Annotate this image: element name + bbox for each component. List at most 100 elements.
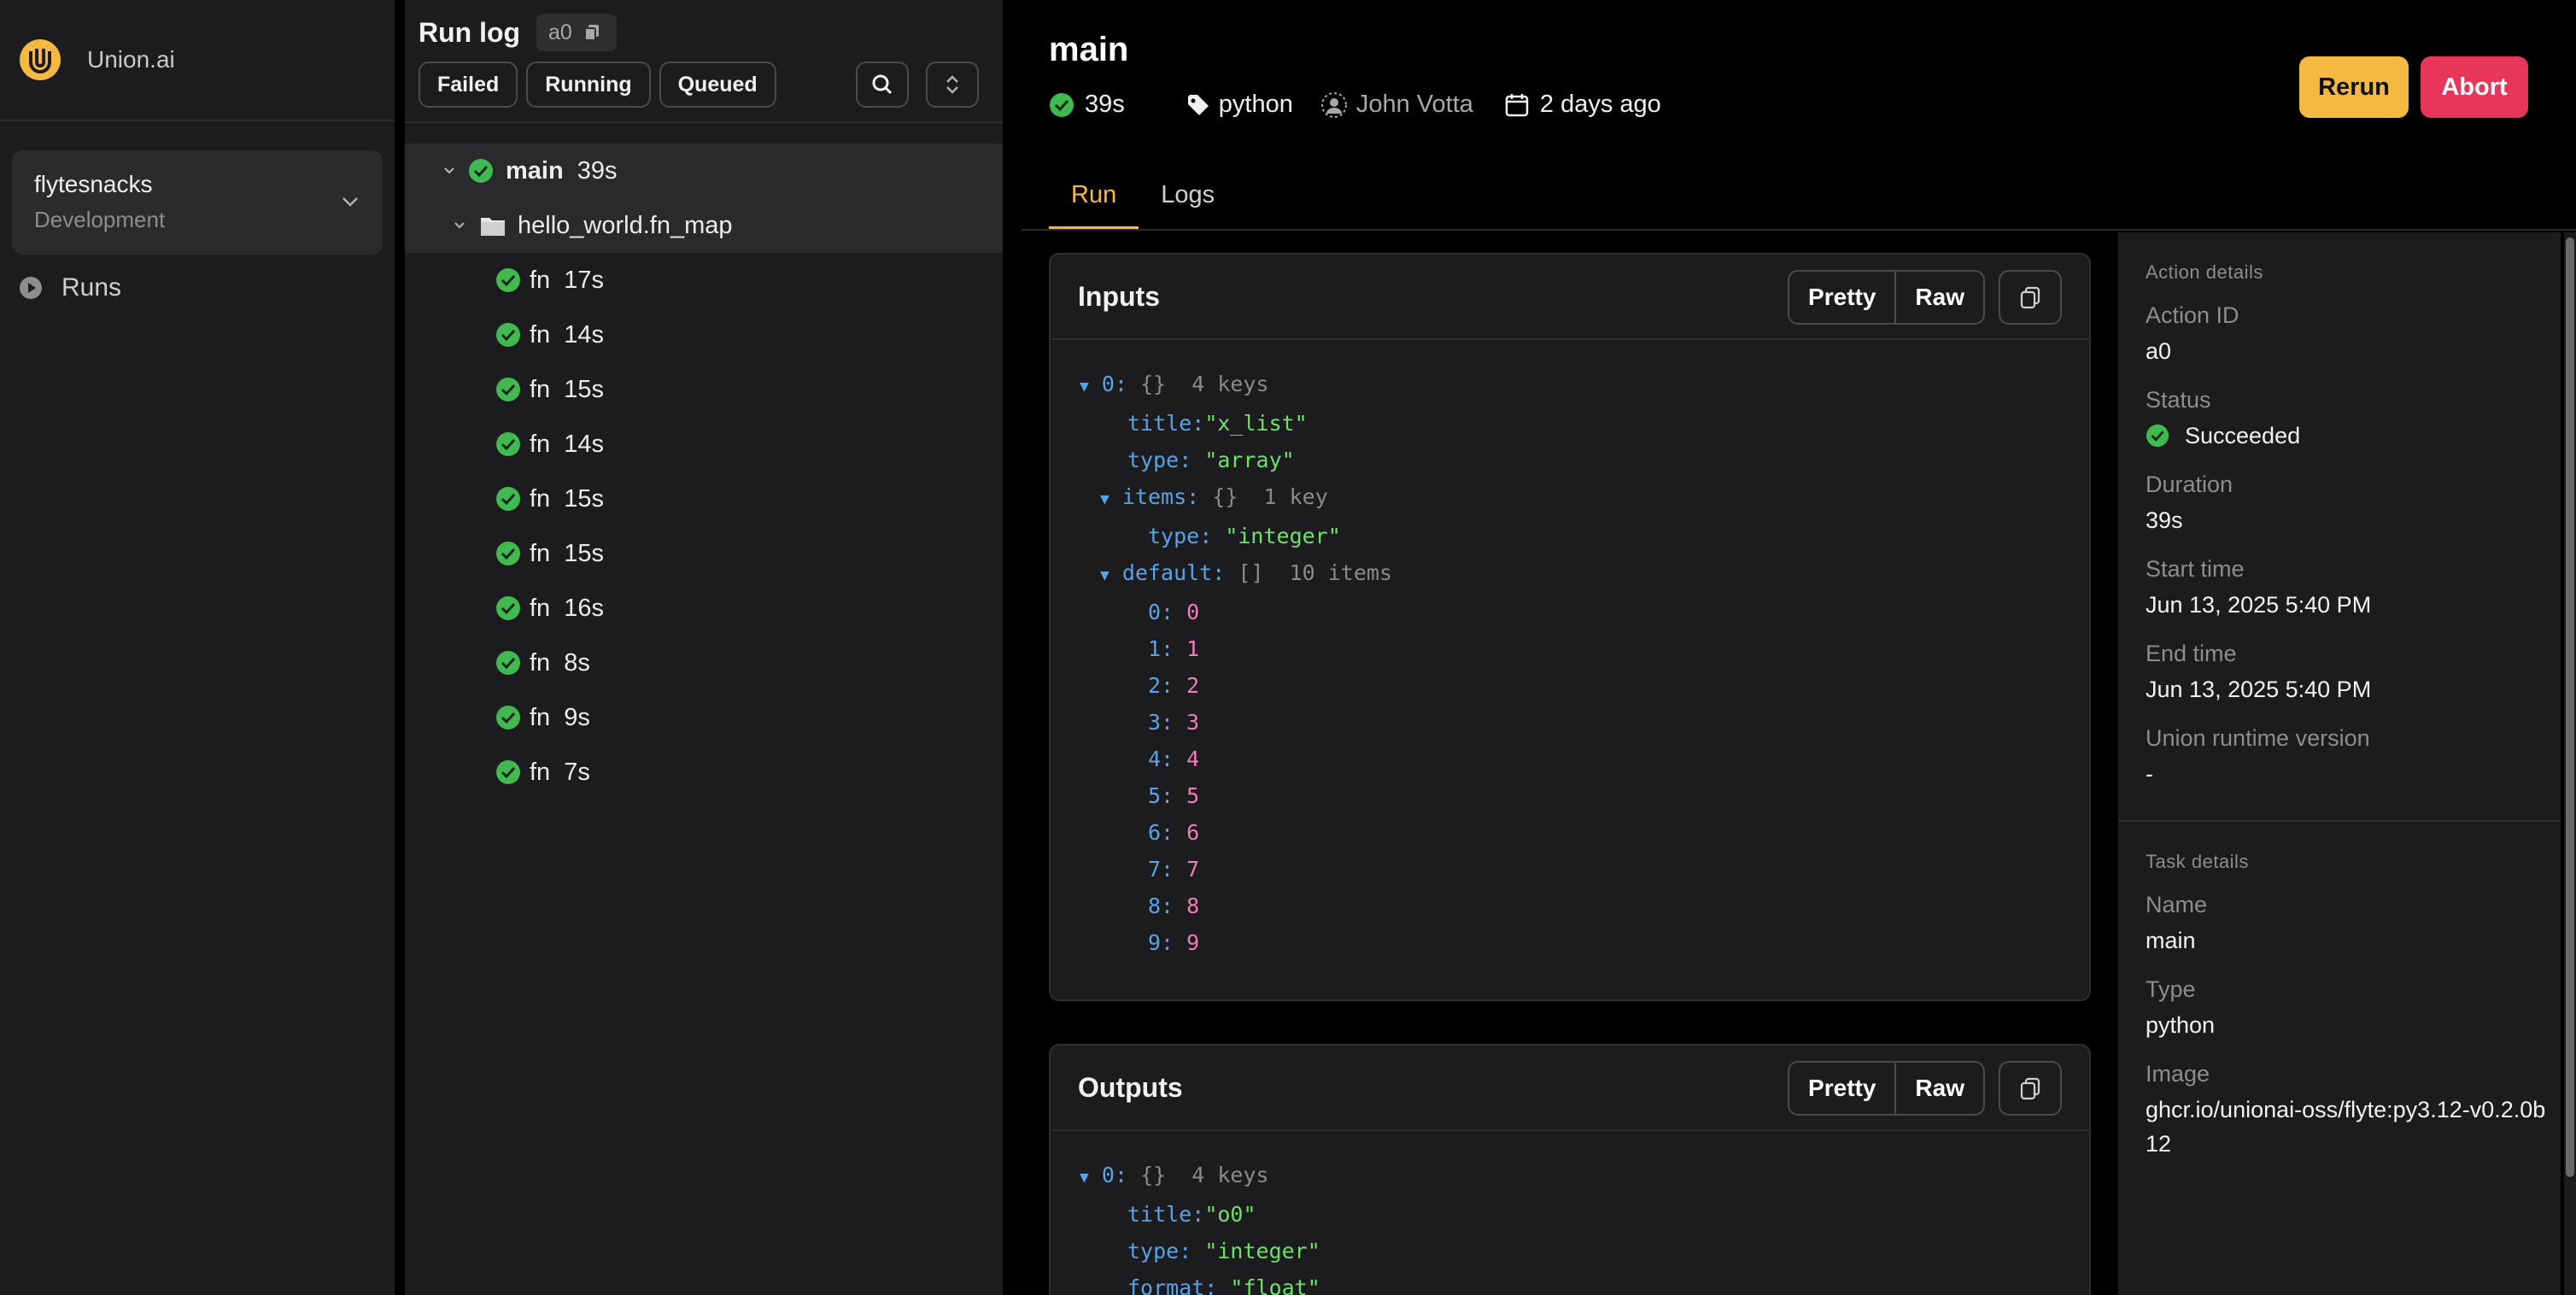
brand[interactable]: Union.ai bbox=[0, 0, 395, 121]
tree-row-fn[interactable]: fn 14s bbox=[405, 308, 1003, 362]
json-index: 3: bbox=[1148, 710, 1174, 735]
json-line[interactable]: ▼ items: {} 1 key bbox=[1080, 478, 2089, 518]
tree-row-group[interactable]: hello_world.fn_map bbox=[405, 198, 1003, 253]
json-line: 6: 6 bbox=[1080, 814, 2089, 851]
section-title: Task details bbox=[2146, 851, 2249, 872]
chevron-down-icon bbox=[444, 167, 454, 174]
tree-node-name: fn bbox=[530, 430, 551, 458]
json-index: 4: bbox=[1148, 747, 1174, 771]
tag-text: python bbox=[1218, 91, 1293, 118]
tree-row-fn[interactable]: fn 15s bbox=[405, 472, 1003, 526]
json-value: 2 bbox=[1186, 673, 1200, 698]
json-meta: {} 1 key bbox=[1212, 484, 1328, 509]
json-key: default: bbox=[1121, 560, 1226, 585]
json-line: 9: 9 bbox=[1080, 924, 2089, 961]
abort-button[interactable]: Abort bbox=[2421, 56, 2528, 118]
triangle-down-icon: ▼ bbox=[1080, 378, 1089, 396]
json-line: 7: 7 bbox=[1080, 851, 2089, 888]
view-mode-toggle: Pretty Raw bbox=[1788, 1061, 1985, 1116]
json-line: type: "array" bbox=[1080, 442, 2089, 478]
json-viewer: ▼ 0: {} 4 keys title:"x_list" type: "arr… bbox=[1051, 340, 2089, 961]
json-key: type: bbox=[1127, 448, 1192, 472]
copy-icon bbox=[2020, 286, 2040, 309]
card-title: Inputs bbox=[1078, 280, 1160, 312]
filter-failed-button[interactable]: Failed bbox=[419, 62, 518, 108]
copy-button[interactable] bbox=[1999, 1061, 2062, 1116]
success-check-icon bbox=[496, 596, 520, 620]
tree-row-fn[interactable]: fn 7s bbox=[405, 745, 1003, 800]
tree-node-duration: 16s bbox=[564, 594, 604, 622]
sidebar-item-runs[interactable]: Runs bbox=[19, 273, 121, 302]
scrollbar[interactable] bbox=[2564, 232, 2576, 1295]
play-circle-icon bbox=[20, 277, 42, 299]
tabs: Run Logs bbox=[1049, 167, 1237, 231]
status-filters: Failed Running Queued bbox=[419, 62, 776, 108]
success-check-icon bbox=[496, 706, 520, 730]
json-viewer: ▼ 0: {} 4 keys title:"o0" type: "integer… bbox=[1051, 1131, 2089, 1295]
relative-time: 2 days ago bbox=[1539, 91, 1661, 118]
tree-row-fn[interactable]: fn 16s bbox=[405, 581, 1003, 636]
tree-row-fn[interactable]: fn 14s bbox=[405, 417, 1003, 472]
tree-row-main[interactable]: main 39s bbox=[405, 144, 1003, 198]
copy-button[interactable] bbox=[1999, 270, 2062, 325]
json-value: 6 bbox=[1186, 820, 1200, 845]
tree-row-fn[interactable]: fn 15s bbox=[405, 362, 1003, 417]
run-user: John Votta bbox=[1320, 91, 1473, 119]
json-key: title: bbox=[1127, 1202, 1205, 1227]
sidebar: Union.ai flytesnacks Development Runs bbox=[0, 0, 395, 1295]
union-logo-icon bbox=[20, 39, 61, 80]
success-check-icon bbox=[496, 542, 520, 565]
json-index: 8: bbox=[1148, 894, 1174, 918]
raw-button[interactable]: Raw bbox=[1894, 1063, 1983, 1114]
json-line: type: "integer" bbox=[1080, 1233, 2089, 1269]
json-value: 3 bbox=[1186, 710, 1200, 735]
tree-row-fn[interactable]: fn 17s bbox=[405, 253, 1003, 308]
run-id-badge[interactable]: a0 bbox=[536, 14, 617, 51]
detail-label: Union runtime version bbox=[2146, 725, 2370, 751]
detail-label: End time bbox=[2146, 641, 2237, 666]
json-line: 0: 0 bbox=[1080, 594, 2089, 630]
raw-button[interactable]: Raw bbox=[1894, 272, 1983, 323]
detail-label: Duration bbox=[2146, 472, 2234, 497]
page-title: main bbox=[1049, 31, 1129, 68]
tree-row-fn[interactable]: fn 8s bbox=[405, 636, 1003, 690]
run-detail: main 39s python John Votta 2 days ago Re… bbox=[1003, 0, 2576, 1295]
tab-run[interactable]: Run bbox=[1049, 167, 1139, 231]
pretty-button[interactable]: Pretty bbox=[1789, 272, 1894, 323]
pretty-button[interactable]: Pretty bbox=[1789, 1063, 1894, 1114]
sidebar-item-label: Runs bbox=[61, 273, 122, 302]
tree-node-duration: 14s bbox=[564, 430, 604, 458]
tree-node-duration: 14s bbox=[564, 320, 604, 349]
tree-node-duration: 15s bbox=[564, 539, 604, 567]
search-icon bbox=[872, 74, 893, 95]
json-index: 2: bbox=[1148, 673, 1174, 698]
detail-value: Jun 13, 2025 5:40 PM bbox=[2146, 592, 2372, 618]
detail-value: python bbox=[2146, 1012, 2216, 1038]
tree-row-fn[interactable]: fn 9s bbox=[405, 690, 1003, 745]
duration-text: 39s bbox=[1085, 91, 1125, 118]
json-line[interactable]: ▼ 0: {} 4 keys bbox=[1080, 1157, 2089, 1196]
run-log-title: Run log bbox=[419, 17, 521, 48]
tab-logs[interactable]: Logs bbox=[1139, 167, 1237, 231]
json-line: format: "float" bbox=[1080, 1269, 2089, 1295]
tree-row-fn[interactable]: fn 15s bbox=[405, 526, 1003, 581]
rerun-button[interactable]: Rerun bbox=[2299, 56, 2409, 118]
triangle-down-icon: ▼ bbox=[1100, 566, 1109, 584]
search-button[interactable] bbox=[856, 62, 909, 108]
json-line[interactable]: ▼ default: [] 10 items bbox=[1080, 554, 2089, 594]
expand-collapse-button[interactable] bbox=[926, 62, 979, 108]
json-key: 0: bbox=[1101, 1163, 1128, 1187]
json-key: format: bbox=[1127, 1275, 1218, 1295]
json-line: 4: 4 bbox=[1080, 741, 2089, 777]
filter-running-button[interactable]: Running bbox=[526, 62, 651, 108]
scrollbar-thumb[interactable] bbox=[2566, 237, 2574, 1177]
tree-node-duration: 7s bbox=[564, 758, 590, 786]
success-check-icon bbox=[496, 378, 520, 401]
inputs-card: Inputs Pretty Raw ▼ 0: {} 4 keys title:"… bbox=[1049, 253, 2091, 1001]
outputs-card: Outputs Pretty Raw ▼ 0: {} 4 keys title:… bbox=[1049, 1044, 2091, 1295]
project-selector[interactable]: flytesnacks Development bbox=[12, 150, 383, 255]
filter-queued-button[interactable]: Queued bbox=[659, 62, 776, 108]
json-line[interactable]: ▼ 0: {} 4 keys bbox=[1080, 366, 2089, 405]
json-value: 1 bbox=[1186, 636, 1200, 661]
detail-value: main bbox=[2146, 928, 2196, 953]
